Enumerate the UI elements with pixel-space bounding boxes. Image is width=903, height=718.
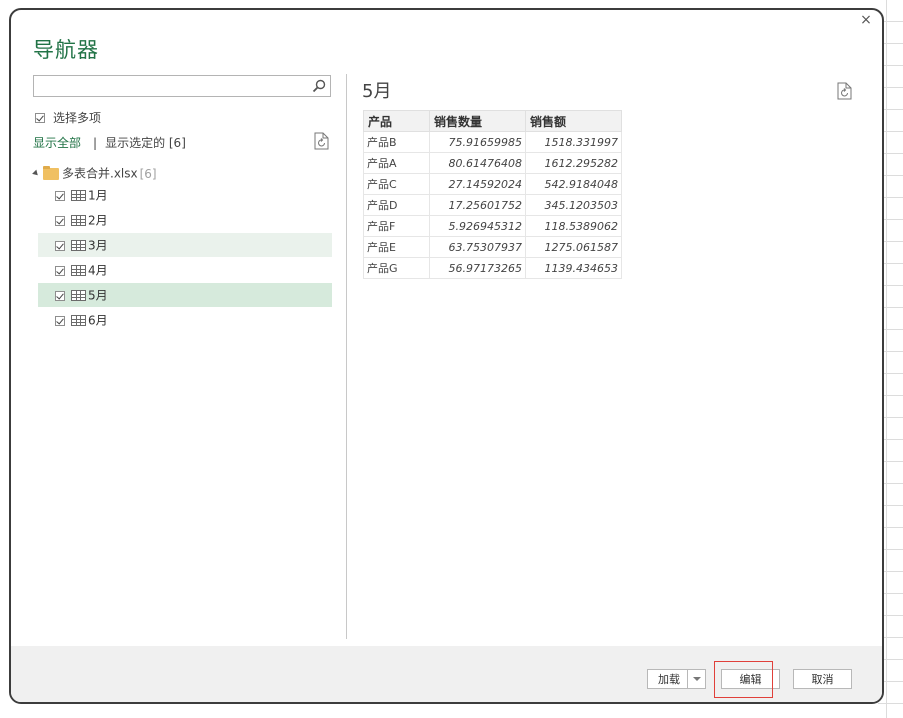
cell-product: 产品D <box>363 194 430 216</box>
cancel-button[interactable]: 取消 <box>793 669 852 689</box>
tree-item-sheet-5[interactable]: 5月 <box>38 283 332 307</box>
sheet-checkbox[interactable] <box>55 315 65 326</box>
sheet-checkbox[interactable] <box>55 265 65 276</box>
search-input[interactable] <box>33 75 331 97</box>
cell-quantity: 17.25601752 <box>429 194 526 216</box>
dialog-footer: 加载 编辑 取消 <box>11 646 882 702</box>
folder-icon <box>43 165 59 180</box>
tree-item-sheet-2[interactable]: 2月 <box>38 208 332 232</box>
link-separator: | <box>93 136 98 150</box>
multi-select-label: 选择多项 <box>53 111 102 125</box>
sheet-name: 1月 <box>88 188 108 203</box>
close-icon[interactable]: × <box>858 12 874 28</box>
pane-divider[interactable] <box>346 74 347 639</box>
show-all-link[interactable]: 显示全部 <box>33 136 81 150</box>
cell-quantity: 5.926945312 <box>429 215 526 237</box>
cell-product: 产品A <box>363 152 430 174</box>
cell-product: 产品E <box>363 236 430 258</box>
tree-item-sheet-1[interactable]: 1月 <box>38 183 332 207</box>
cell-product: 产品F <box>363 215 430 237</box>
sheet-name: 2月 <box>88 213 108 228</box>
sheet-name: 4月 <box>88 263 108 278</box>
cell-sales: 1139.434653 <box>525 257 622 279</box>
table-icon <box>71 215 86 226</box>
cell-sales: 1612.295282 <box>525 152 622 174</box>
cell-sales: 345.1203503 <box>525 194 622 216</box>
table-icon <box>71 265 86 276</box>
tree-item-sheet-6[interactable]: 6月 <box>38 308 332 332</box>
table-header-row: 产品 销售数量 销售额 <box>363 110 622 132</box>
cell-product: 产品G <box>363 257 430 279</box>
search-icon[interactable] <box>312 79 326 93</box>
preview-table: 产品 销售数量 销售额 产品B 75.91659985 1518.331997 … <box>363 110 622 279</box>
multi-select-checkbox[interactable] <box>35 112 45 123</box>
sheet-name: 5月 <box>88 288 108 303</box>
sheet-checkbox[interactable] <box>55 190 65 201</box>
edit-button[interactable]: 编辑 <box>721 669 780 689</box>
load-button[interactable]: 加载 <box>647 669 706 689</box>
refresh-icon[interactable] <box>314 132 329 150</box>
table-icon <box>71 240 86 251</box>
cell-product: 产品C <box>363 173 430 195</box>
dialog-title: 导航器 <box>33 38 99 62</box>
sheet-checkbox[interactable] <box>55 240 65 251</box>
cell-quantity: 27.14592024 <box>429 173 526 195</box>
tree-item-sheet-4[interactable]: 4月 <box>38 258 332 282</box>
expand-collapse-icon[interactable] <box>32 169 40 178</box>
table-icon <box>71 190 86 201</box>
cell-sales: 118.5389062 <box>525 215 622 237</box>
column-header-quantity[interactable]: 销售数量 <box>429 110 526 132</box>
refresh-icon[interactable] <box>837 82 852 100</box>
cell-product: 产品B <box>363 131 430 153</box>
sheet-name: 6月 <box>88 313 108 328</box>
multi-select-option[interactable]: 选择多项 <box>35 109 101 126</box>
load-button-label: 加载 <box>658 673 680 686</box>
cell-sales: 542.9184048 <box>525 173 622 195</box>
cell-sales: 1275.061587 <box>525 236 622 258</box>
load-dropdown-chevron-down-icon[interactable] <box>687 670 705 688</box>
table-row: 产品D 17.25601752 345.1203503 <box>363 194 622 216</box>
cell-sales: 1518.331997 <box>525 131 622 153</box>
sheet-checkbox[interactable] <box>55 215 65 226</box>
tree-item-sheet-3[interactable]: 3月 <box>38 233 332 257</box>
sheet-name: 3月 <box>88 238 108 253</box>
cell-quantity: 80.61476408 <box>429 152 526 174</box>
table-icon <box>71 290 86 301</box>
workbook-item-count: [6] <box>139 166 157 181</box>
cell-quantity: 56.97173265 <box>429 257 526 279</box>
table-row: 产品F 5.926945312 118.5389062 <box>363 215 622 237</box>
table-row: 产品C 27.14592024 542.9184048 <box>363 173 622 195</box>
show-filter-links: 显示全部 | 显示选定的 [6] <box>33 134 186 151</box>
cell-quantity: 63.75307937 <box>429 236 526 258</box>
tree-root-workbook[interactable]: 多表合并.xlsx [6] <box>32 163 157 183</box>
table-row: 产品E 63.75307937 1275.061587 <box>363 236 622 258</box>
table-row: 产品A 80.61476408 1612.295282 <box>363 152 622 174</box>
navigator-dialog: × 导航器 选择多项 显示全部 | 显示选定的 [6] 多表合并.xlsx [6] 1… <box>9 8 884 704</box>
show-selected-link[interactable]: 显示选定的 [6] <box>105 136 186 150</box>
table-row: 产品G 56.97173265 1139.434653 <box>363 257 622 279</box>
column-header-product[interactable]: 产品 <box>363 110 430 132</box>
sheet-checkbox[interactable] <box>55 290 65 301</box>
cell-quantity: 75.91659985 <box>429 131 526 153</box>
preview-title: 5月 <box>362 81 392 102</box>
table-icon <box>71 315 86 326</box>
workbook-name: 多表合并.xlsx <box>62 166 138 181</box>
table-row: 产品B 75.91659985 1518.331997 <box>363 131 622 153</box>
column-header-sales[interactable]: 销售额 <box>525 110 622 132</box>
